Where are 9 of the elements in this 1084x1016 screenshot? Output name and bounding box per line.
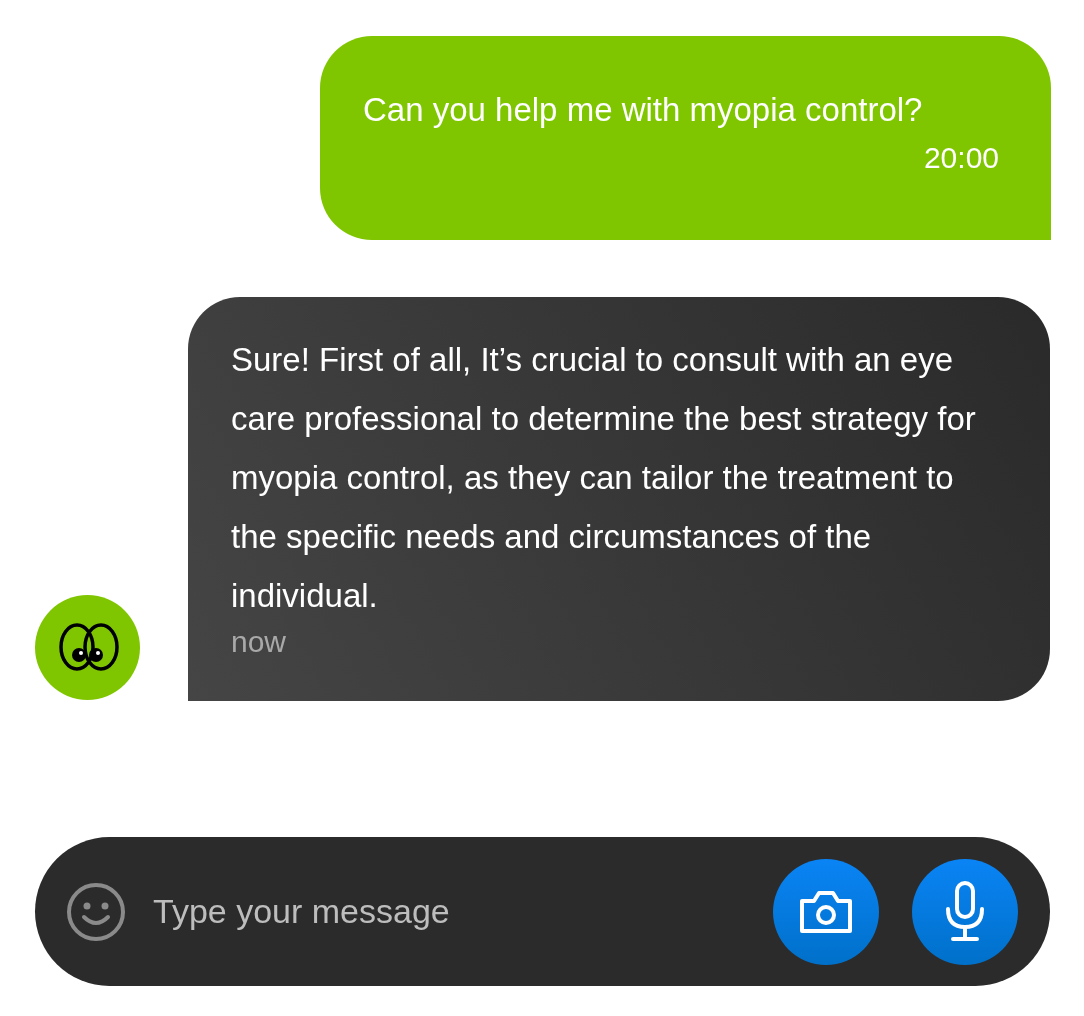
microphone-icon (945, 880, 985, 943)
message-time: now (231, 625, 288, 659)
message-text: Can you help me with myopia control? (363, 90, 924, 130)
avatar-eyes-icon (35, 595, 140, 700)
emoji-icon[interactable] (66, 881, 126, 942)
message-text: Sure! First of all, It’s crucial to consult with an eye care professional to determine the best strategy for myopia control, as they can tailor the treatment to the specific needs and circumstances of the individual. (231, 340, 977, 616)
message-time: 20:00 (923, 141, 999, 175)
camera-icon (798, 888, 854, 935)
message-input-field[interactable]: Type your message (153, 892, 773, 931)
